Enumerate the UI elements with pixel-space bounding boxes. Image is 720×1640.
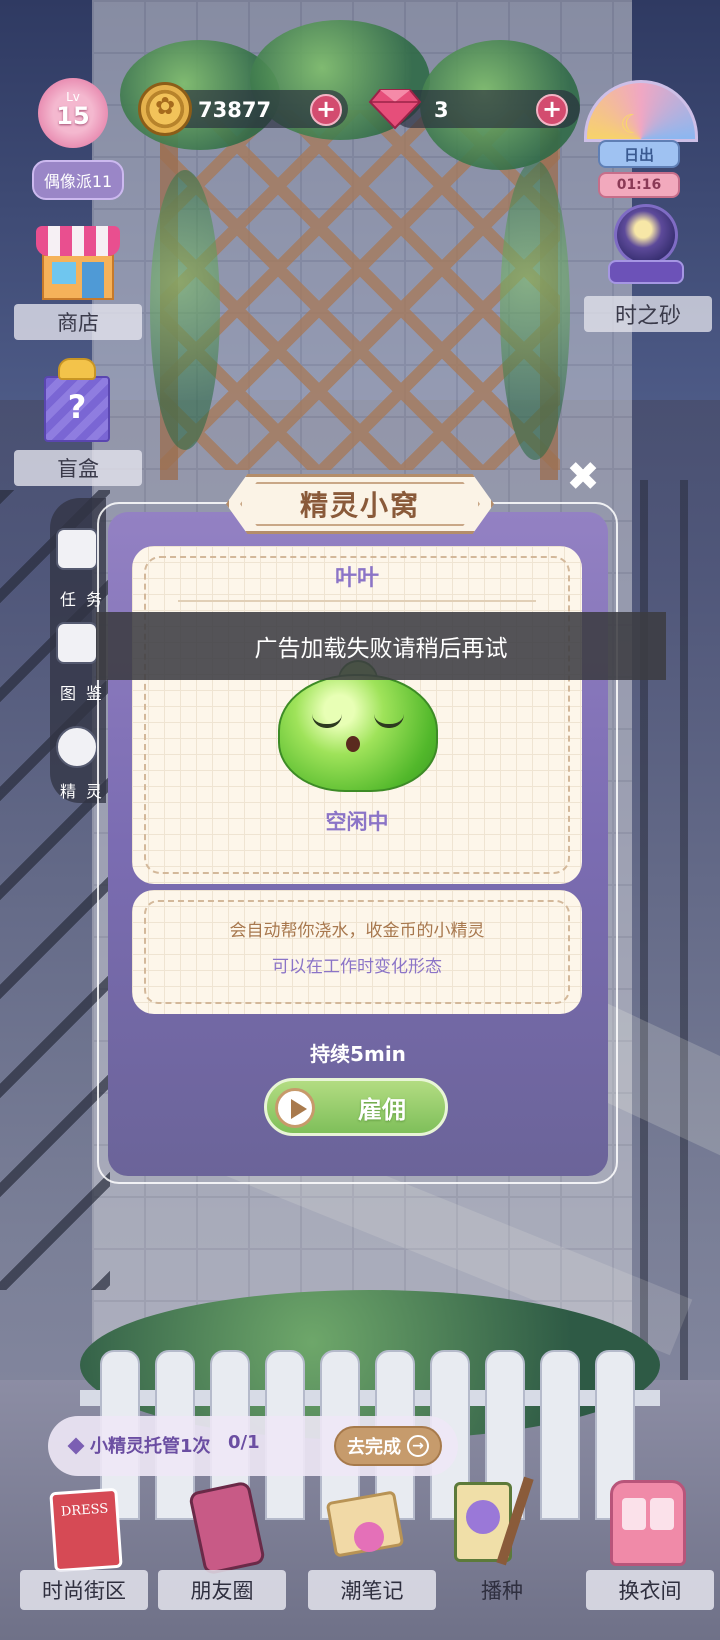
- gem-icon: [368, 86, 422, 130]
- close-icon[interactable]: ✖: [564, 457, 602, 497]
- dress-book-icon[interactable]: DRESS: [40, 1476, 136, 1573]
- nav-moments[interactable]: 朋友圈: [158, 1570, 286, 1610]
- toast-message: 广告加载失败请稍后再试: [96, 612, 666, 680]
- fence-board: [540, 1350, 580, 1520]
- vine-leaves: [150, 170, 220, 450]
- wardrobe-icon[interactable]: [600, 1476, 696, 1568]
- nav-dressing-room[interactable]: 换衣间: [586, 1570, 714, 1610]
- seed-flower-icon: [466, 1500, 500, 1534]
- wardrobe-door-left: [622, 1498, 646, 1530]
- duration-text: 持续5min: [310, 1042, 406, 1066]
- add-coins-button[interactable]: +: [310, 94, 342, 126]
- gem-amount: 3: [434, 98, 449, 122]
- dress-book-cover: DRESS: [49, 1487, 123, 1573]
- notebook-icon[interactable]: [320, 1476, 416, 1568]
- task-progress: 0/1: [228, 1432, 260, 1453]
- blind-box-icon[interactable]: ?: [44, 358, 110, 446]
- go-complete-label: 去完成: [347, 1437, 401, 1458]
- daytime-label: 日出: [598, 140, 680, 168]
- shop-icon[interactable]: [36, 226, 120, 300]
- question-mark-icon: ?: [67, 388, 87, 426]
- shop-awning: [36, 226, 120, 256]
- play-icon: [275, 1088, 315, 1128]
- dress-book-title: DRESS: [60, 1501, 109, 1520]
- sprite-icon[interactable]: [56, 726, 98, 768]
- level-number: 15: [56, 102, 90, 130]
- seed-bag-icon[interactable]: [448, 1476, 544, 1568]
- description-line-2: 可以在工作时变化形态: [272, 957, 442, 977]
- shop-label[interactable]: 商店: [14, 304, 142, 340]
- nav-fashion-street[interactable]: 时尚街区: [20, 1570, 148, 1610]
- blind-box-label[interactable]: 盲盒: [14, 450, 142, 486]
- clipboard-icon[interactable]: [56, 528, 98, 570]
- time-sand-button[interactable]: [608, 204, 684, 290]
- time-sand-label[interactable]: 时之砂: [584, 296, 712, 332]
- phone-icon[interactable]: [180, 1476, 276, 1576]
- sprite-name: 叶叶: [334, 566, 379, 591]
- gift-bow: [58, 358, 96, 380]
- coin-amount: 73877: [198, 98, 272, 122]
- hire-button[interactable]: 雇佣: [264, 1078, 448, 1136]
- arrow-right-icon: →: [407, 1435, 429, 1457]
- book-icon[interactable]: [56, 622, 98, 664]
- crystal-ball-icon: [614, 204, 678, 266]
- coin-icon: [138, 82, 192, 136]
- crystal-ball-base: [608, 260, 684, 284]
- go-complete-button[interactable]: 去完成 →: [334, 1426, 442, 1466]
- flower-icon: [354, 1522, 384, 1552]
- slime-body: [278, 674, 438, 792]
- shop-window: [52, 262, 76, 284]
- player-name[interactable]: 偶像派11: [32, 160, 124, 200]
- phone-body: [187, 1480, 267, 1576]
- moon-icon: ☾: [620, 110, 644, 140]
- dialog-title: 精灵小窝: [299, 489, 420, 522]
- divider: [178, 600, 536, 602]
- slime-sprite-icon: [278, 651, 438, 794]
- nav-sow[interactable]: 播种: [438, 1570, 566, 1610]
- sprite-status: 空闲中: [325, 810, 389, 834]
- play-triangle: [291, 1099, 307, 1119]
- add-gems-button[interactable]: +: [536, 94, 568, 126]
- vine-leaves: [500, 160, 570, 460]
- hire-button-label: 雇佣: [358, 1095, 406, 1124]
- level-badge[interactable]: Lv 15: [38, 78, 108, 148]
- wardrobe-door-right: [650, 1498, 674, 1530]
- description-line-1: 会自动帮你浇水，收金币的小精灵: [229, 921, 485, 941]
- slime-mouth: [346, 736, 360, 752]
- daytime-timer: 01:16: [598, 172, 680, 198]
- task-text: 小精灵托管1次: [90, 1436, 211, 1457]
- nav-trend-notes[interactable]: 潮笔记: [308, 1570, 436, 1610]
- shop-door: [82, 262, 104, 298]
